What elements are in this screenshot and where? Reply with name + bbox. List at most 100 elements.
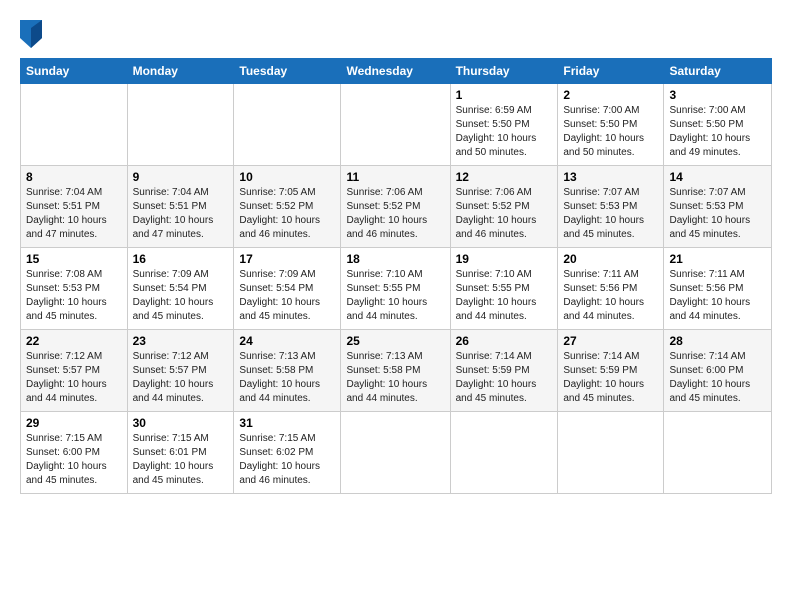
calendar-cell: 29 Sunrise: 7:15 AM Sunset: 6:00 PM Dayl… (21, 412, 128, 494)
day-number: 1 (456, 88, 553, 102)
calendar-cell: 26 Sunrise: 7:14 AM Sunset: 5:59 PM Dayl… (450, 330, 558, 412)
day-number: 15 (26, 252, 122, 266)
calendar-cell: 24 Sunrise: 7:13 AM Sunset: 5:58 PM Dayl… (234, 330, 341, 412)
day-info: Sunrise: 7:04 AM Sunset: 5:51 PM Dayligh… (26, 186, 122, 242)
calendar-table: SundayMondayTuesdayWednesdayThursdayFrid… (20, 58, 772, 494)
day-info: Sunrise: 7:12 AM Sunset: 5:57 PM Dayligh… (26, 350, 122, 406)
calendar-cell: 16 Sunrise: 7:09 AM Sunset: 5:54 PM Dayl… (127, 248, 234, 330)
calendar-cell (341, 412, 450, 494)
header (20, 18, 772, 48)
day-number: 31 (239, 416, 335, 430)
day-info: Sunrise: 7:07 AM Sunset: 5:53 PM Dayligh… (563, 186, 658, 242)
day-info: Sunrise: 7:14 AM Sunset: 5:59 PM Dayligh… (563, 350, 658, 406)
calendar-cell: 13 Sunrise: 7:07 AM Sunset: 5:53 PM Dayl… (558, 166, 664, 248)
day-number: 2 (563, 88, 658, 102)
day-info: Sunrise: 7:09 AM Sunset: 5:54 PM Dayligh… (239, 268, 335, 324)
calendar-cell: 19 Sunrise: 7:10 AM Sunset: 5:55 PM Dayl… (450, 248, 558, 330)
day-info: Sunrise: 7:06 AM Sunset: 5:52 PM Dayligh… (346, 186, 444, 242)
day-info: Sunrise: 7:05 AM Sunset: 5:52 PM Dayligh… (239, 186, 335, 242)
calendar-header-sunday: Sunday (21, 59, 128, 84)
calendar-cell (664, 412, 772, 494)
day-info: Sunrise: 7:04 AM Sunset: 5:51 PM Dayligh… (133, 186, 229, 242)
calendar-cell: 28 Sunrise: 7:14 AM Sunset: 6:00 PM Dayl… (664, 330, 772, 412)
calendar-cell: 8 Sunrise: 7:04 AM Sunset: 5:51 PM Dayli… (21, 166, 128, 248)
day-number: 24 (239, 334, 335, 348)
day-info: Sunrise: 7:00 AM Sunset: 5:50 PM Dayligh… (563, 104, 658, 160)
day-info: Sunrise: 7:09 AM Sunset: 5:54 PM Dayligh… (133, 268, 229, 324)
day-number: 19 (456, 252, 553, 266)
calendar-week-row: 1 Sunrise: 6:59 AM Sunset: 5:50 PM Dayli… (21, 84, 772, 166)
day-number: 25 (346, 334, 444, 348)
calendar-cell (450, 412, 558, 494)
day-info: Sunrise: 7:10 AM Sunset: 5:55 PM Dayligh… (456, 268, 553, 324)
calendar-cell: 21 Sunrise: 7:11 AM Sunset: 5:56 PM Dayl… (664, 248, 772, 330)
day-info: Sunrise: 7:15 AM Sunset: 6:02 PM Dayligh… (239, 432, 335, 488)
day-number: 8 (26, 170, 122, 184)
day-number: 9 (133, 170, 229, 184)
calendar-cell: 18 Sunrise: 7:10 AM Sunset: 5:55 PM Dayl… (341, 248, 450, 330)
calendar-header-saturday: Saturday (664, 59, 772, 84)
calendar-week-row: 8 Sunrise: 7:04 AM Sunset: 5:51 PM Dayli… (21, 166, 772, 248)
calendar-cell: 20 Sunrise: 7:11 AM Sunset: 5:56 PM Dayl… (558, 248, 664, 330)
calendar-header-row: SundayMondayTuesdayWednesdayThursdayFrid… (21, 59, 772, 84)
calendar-cell (127, 84, 234, 166)
day-number: 20 (563, 252, 658, 266)
day-number: 18 (346, 252, 444, 266)
calendar-header-thursday: Thursday (450, 59, 558, 84)
day-number: 23 (133, 334, 229, 348)
day-number: 28 (669, 334, 766, 348)
calendar-cell (558, 412, 664, 494)
calendar-cell: 27 Sunrise: 7:14 AM Sunset: 5:59 PM Dayl… (558, 330, 664, 412)
calendar-cell: 9 Sunrise: 7:04 AM Sunset: 5:51 PM Dayli… (127, 166, 234, 248)
day-info: Sunrise: 7:13 AM Sunset: 5:58 PM Dayligh… (346, 350, 444, 406)
calendar-header-friday: Friday (558, 59, 664, 84)
day-number: 21 (669, 252, 766, 266)
calendar-cell (234, 84, 341, 166)
day-info: Sunrise: 7:07 AM Sunset: 5:53 PM Dayligh… (669, 186, 766, 242)
calendar-header-tuesday: Tuesday (234, 59, 341, 84)
calendar-cell (341, 84, 450, 166)
day-number: 17 (239, 252, 335, 266)
page: SundayMondayTuesdayWednesdayThursdayFrid… (0, 0, 792, 612)
day-info: Sunrise: 7:11 AM Sunset: 5:56 PM Dayligh… (669, 268, 766, 324)
calendar-cell: 12 Sunrise: 7:06 AM Sunset: 5:52 PM Dayl… (450, 166, 558, 248)
day-info: Sunrise: 7:15 AM Sunset: 6:00 PM Dayligh… (26, 432, 122, 488)
day-number: 29 (26, 416, 122, 430)
day-info: Sunrise: 7:00 AM Sunset: 5:50 PM Dayligh… (669, 104, 766, 160)
day-number: 10 (239, 170, 335, 184)
calendar-week-row: 29 Sunrise: 7:15 AM Sunset: 6:00 PM Dayl… (21, 412, 772, 494)
calendar-cell: 3 Sunrise: 7:00 AM Sunset: 5:50 PM Dayli… (664, 84, 772, 166)
calendar-week-row: 22 Sunrise: 7:12 AM Sunset: 5:57 PM Dayl… (21, 330, 772, 412)
logo-icon (20, 20, 42, 48)
calendar-cell: 25 Sunrise: 7:13 AM Sunset: 5:58 PM Dayl… (341, 330, 450, 412)
calendar-cell: 30 Sunrise: 7:15 AM Sunset: 6:01 PM Dayl… (127, 412, 234, 494)
day-number: 3 (669, 88, 766, 102)
day-number: 16 (133, 252, 229, 266)
day-info: Sunrise: 7:10 AM Sunset: 5:55 PM Dayligh… (346, 268, 444, 324)
calendar-cell: 10 Sunrise: 7:05 AM Sunset: 5:52 PM Dayl… (234, 166, 341, 248)
day-info: Sunrise: 7:13 AM Sunset: 5:58 PM Dayligh… (239, 350, 335, 406)
day-info: Sunrise: 7:06 AM Sunset: 5:52 PM Dayligh… (456, 186, 553, 242)
calendar-header-wednesday: Wednesday (341, 59, 450, 84)
day-number: 27 (563, 334, 658, 348)
logo (20, 18, 46, 48)
day-info: Sunrise: 7:11 AM Sunset: 5:56 PM Dayligh… (563, 268, 658, 324)
calendar-week-row: 15 Sunrise: 7:08 AM Sunset: 5:53 PM Dayl… (21, 248, 772, 330)
day-number: 26 (456, 334, 553, 348)
day-number: 13 (563, 170, 658, 184)
calendar-cell: 2 Sunrise: 7:00 AM Sunset: 5:50 PM Dayli… (558, 84, 664, 166)
day-info: Sunrise: 7:12 AM Sunset: 5:57 PM Dayligh… (133, 350, 229, 406)
calendar-cell: 15 Sunrise: 7:08 AM Sunset: 5:53 PM Dayl… (21, 248, 128, 330)
day-number: 22 (26, 334, 122, 348)
day-number: 14 (669, 170, 766, 184)
day-number: 12 (456, 170, 553, 184)
calendar-cell: 11 Sunrise: 7:06 AM Sunset: 5:52 PM Dayl… (341, 166, 450, 248)
calendar-cell: 23 Sunrise: 7:12 AM Sunset: 5:57 PM Dayl… (127, 330, 234, 412)
day-number: 30 (133, 416, 229, 430)
calendar-cell: 17 Sunrise: 7:09 AM Sunset: 5:54 PM Dayl… (234, 248, 341, 330)
calendar-cell: 22 Sunrise: 7:12 AM Sunset: 5:57 PM Dayl… (21, 330, 128, 412)
calendar-cell: 31 Sunrise: 7:15 AM Sunset: 6:02 PM Dayl… (234, 412, 341, 494)
calendar-cell (21, 84, 128, 166)
day-info: Sunrise: 7:14 AM Sunset: 5:59 PM Dayligh… (456, 350, 553, 406)
day-info: Sunrise: 6:59 AM Sunset: 5:50 PM Dayligh… (456, 104, 553, 160)
